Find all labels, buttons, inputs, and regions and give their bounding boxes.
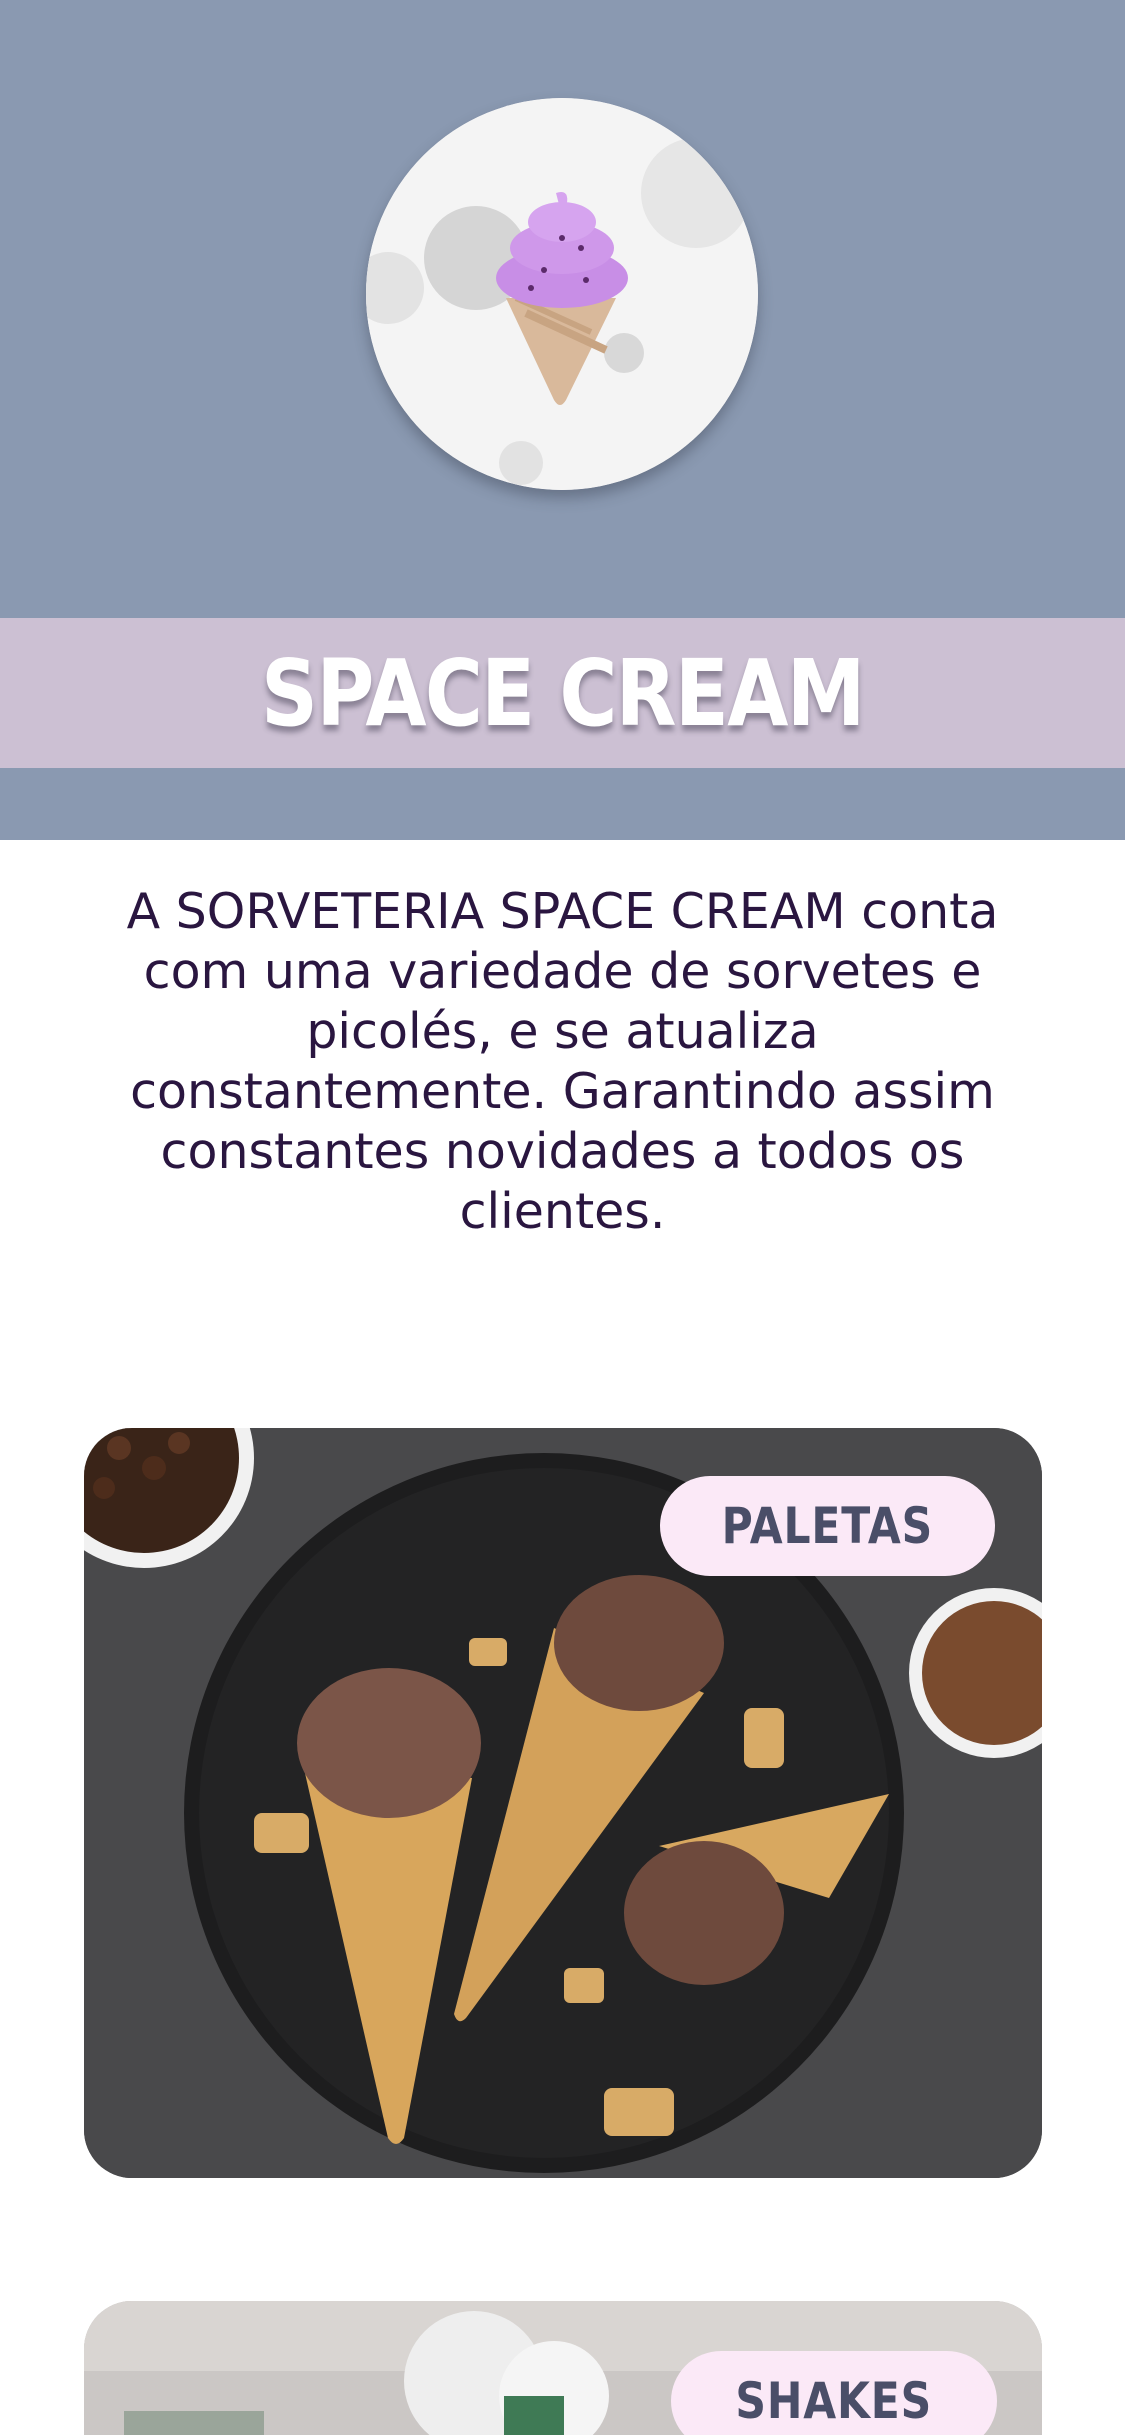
card-paletas[interactable]: PALETAS xyxy=(84,1428,1042,2178)
ice-cream-moon-icon[interactable] xyxy=(366,98,758,490)
hero-header: SPACE CREAM xyxy=(0,0,1125,840)
card-label-paletas[interactable]: PALETAS xyxy=(660,1476,995,1576)
card-shakes[interactable]: SHAKES xyxy=(84,2301,1042,2435)
title-band: SPACE CREAM xyxy=(0,618,1125,768)
intro-text: A SORVETERIA SPACE CREAM conta com uma v… xyxy=(126,883,999,1240)
site-title: SPACE CREAM xyxy=(261,639,865,747)
card-label-shakes[interactable]: SHAKES xyxy=(671,2351,997,2435)
